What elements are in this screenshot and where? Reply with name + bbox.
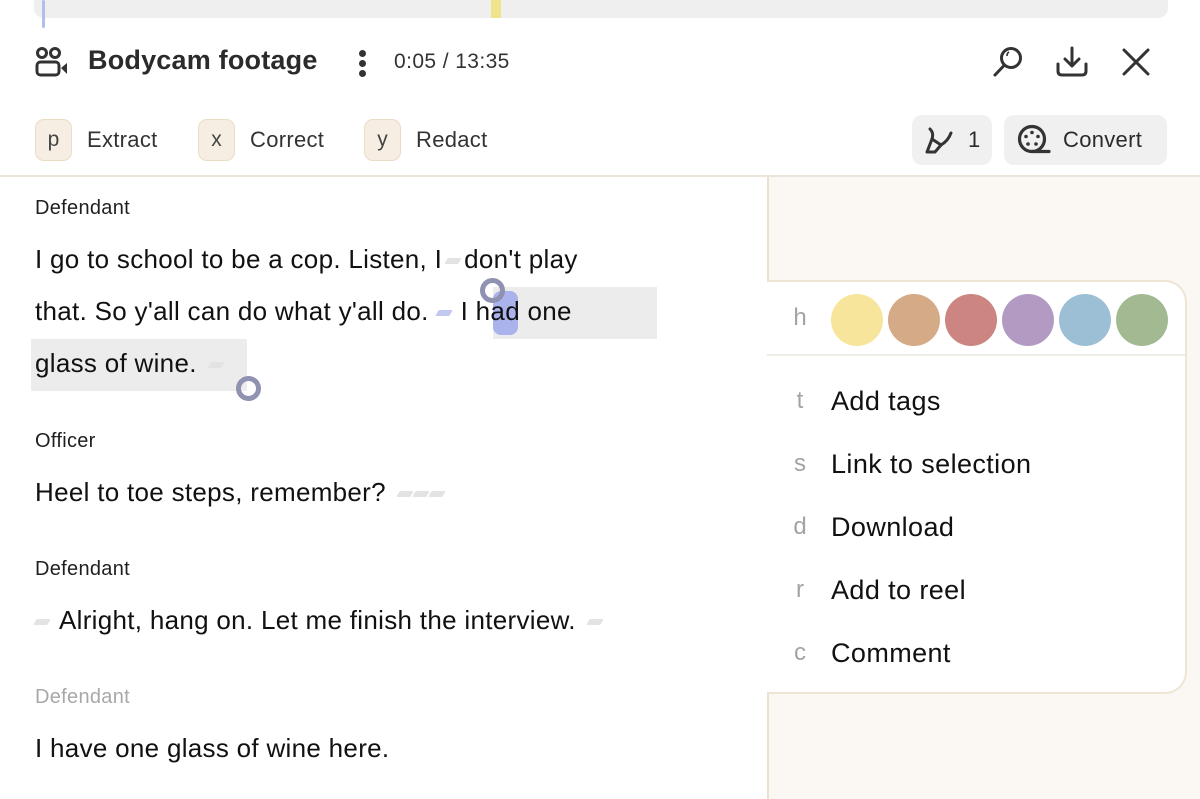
- transcript-text[interactable]: don't play: [464, 244, 578, 274]
- transcript-text[interactable]: glass of wine.: [35, 348, 197, 378]
- menu-item-download[interactable]: d Download: [767, 499, 1185, 555]
- total-time: 13:35: [455, 50, 510, 73]
- menu-item-link-to-selection[interactable]: s Link to selection: [767, 436, 1185, 492]
- media-title: Bodycam footage: [88, 45, 318, 75]
- tool-extract[interactable]: p Extract: [35, 119, 158, 161]
- speaker-label: Officer: [35, 430, 96, 452]
- color-swatch-green[interactable]: [1116, 294, 1168, 346]
- color-swatch-purple[interactable]: [1002, 294, 1054, 346]
- highlight-color-row: h: [767, 282, 1185, 356]
- transcript-text[interactable]: I go to school to be a cop. Listen, I: [35, 244, 442, 274]
- menu-item-add-to-reel[interactable]: r Add to reel: [767, 562, 1185, 618]
- tool-label: Extract: [87, 127, 158, 152]
- search-icon[interactable]: [990, 44, 1026, 80]
- speaker-label: Defendant: [35, 197, 130, 219]
- pause-marker: [33, 619, 51, 626]
- speaker-label: Defendant: [35, 686, 130, 708]
- pause-marker: [207, 362, 225, 369]
- download-icon[interactable]: [1054, 44, 1090, 80]
- shortcut-key: d: [793, 513, 807, 540]
- timeline-highlight-marker[interactable]: [491, 0, 501, 18]
- menu-item-label: Comment: [831, 638, 951, 668]
- tool-label: Redact: [416, 127, 488, 152]
- menu-item-label: Download: [831, 512, 955, 542]
- playhead[interactable]: [42, 0, 45, 28]
- highlights-count: 1: [968, 127, 981, 152]
- time-separator: /: [436, 50, 456, 73]
- menu-item-comment[interactable]: c Comment: [767, 625, 1185, 681]
- close-icon[interactable]: [1118, 44, 1154, 80]
- more-vertical-icon-dot: [359, 60, 366, 67]
- shortcut-key: y: [364, 119, 401, 161]
- highlighter-icon: [925, 127, 953, 154]
- color-swatch-tan[interactable]: [888, 294, 940, 346]
- shortcut-key: r: [796, 576, 804, 603]
- current-time: 0:05: [394, 50, 437, 73]
- transcript-text[interactable]: I had one: [461, 296, 572, 326]
- shortcut-key: s: [794, 450, 806, 477]
- toolbar: p Extract x Correct y Redact 1 Convert: [0, 115, 1200, 165]
- shortcut-key: c: [794, 639, 806, 666]
- selection-context-menu: h t Add tags s Link to selection d Downl…: [767, 280, 1187, 694]
- shortcut-key: h: [793, 304, 807, 331]
- more-vertical-icon: [359, 50, 366, 57]
- tool-label: Correct: [250, 127, 325, 152]
- convert-label: Convert: [1063, 127, 1143, 152]
- pause-marker: [586, 619, 604, 626]
- header: Bodycam footage 0:05 / 13:35: [0, 38, 1200, 88]
- timeline-scrubber[interactable]: [34, 0, 1168, 28]
- tool-redact[interactable]: y Redact: [364, 119, 488, 161]
- transcript-panel[interactable]: Defendant I go to school to be a cop. Li…: [0, 177, 767, 799]
- convert-button[interactable]: Convert: [1004, 115, 1167, 165]
- menu-item-label: Add to reel: [831, 575, 966, 605]
- transcript-line[interactable]: Heel to toe steps, remember?: [35, 477, 446, 508]
- transcript-line[interactable]: Alright, hang on. Let me finish the inte…: [33, 605, 606, 636]
- transcript-text[interactable]: Heel to toe steps, remember?: [35, 477, 386, 507]
- menu-item-add-tags[interactable]: t Add tags: [767, 373, 1185, 429]
- speaker-label: Defendant: [35, 558, 130, 580]
- pause-marker: [396, 491, 414, 498]
- shortcut-key: p: [35, 119, 72, 161]
- selection-end-handle[interactable]: [236, 376, 261, 401]
- selection-start-handle[interactable]: [480, 278, 505, 303]
- pause-marker: [444, 258, 462, 265]
- color-swatch-yellow[interactable]: [831, 294, 883, 346]
- transcript-line[interactable]: I have one glass of wine here.: [35, 733, 389, 764]
- film-reel-icon: [1017, 124, 1051, 154]
- more-vertical-icon-dot: [359, 70, 366, 77]
- menu-item-label: Add tags: [831, 386, 941, 416]
- more-options-button[interactable]: [350, 48, 374, 78]
- transcript-line[interactable]: glass of wine.: [35, 348, 227, 379]
- color-swatch-blue[interactable]: [1059, 294, 1111, 346]
- transcript-text[interactable]: Alright, hang on. Let me finish the inte…: [59, 605, 576, 635]
- tool-correct[interactable]: x Correct: [198, 119, 324, 161]
- menu-item-label: Link to selection: [831, 449, 1032, 479]
- pause-marker: [428, 491, 446, 498]
- pause-marker: [412, 491, 430, 498]
- color-swatch-red[interactable]: [945, 294, 997, 346]
- video-people-icon: [35, 47, 67, 77]
- transcript-line[interactable]: I go to school to be a cop. Listen, I don…: [35, 244, 578, 275]
- transcript-text[interactable]: that. So y'all can do what y'all do.: [35, 296, 429, 326]
- playback-time: 0:05 / 13:35: [394, 50, 510, 74]
- highlights-button[interactable]: 1: [912, 115, 992, 165]
- pause-marker: [434, 310, 453, 317]
- shortcut-key: x: [198, 119, 235, 161]
- transcript-text[interactable]: I have one glass of wine here.: [35, 733, 389, 763]
- shortcut-key: t: [796, 387, 804, 414]
